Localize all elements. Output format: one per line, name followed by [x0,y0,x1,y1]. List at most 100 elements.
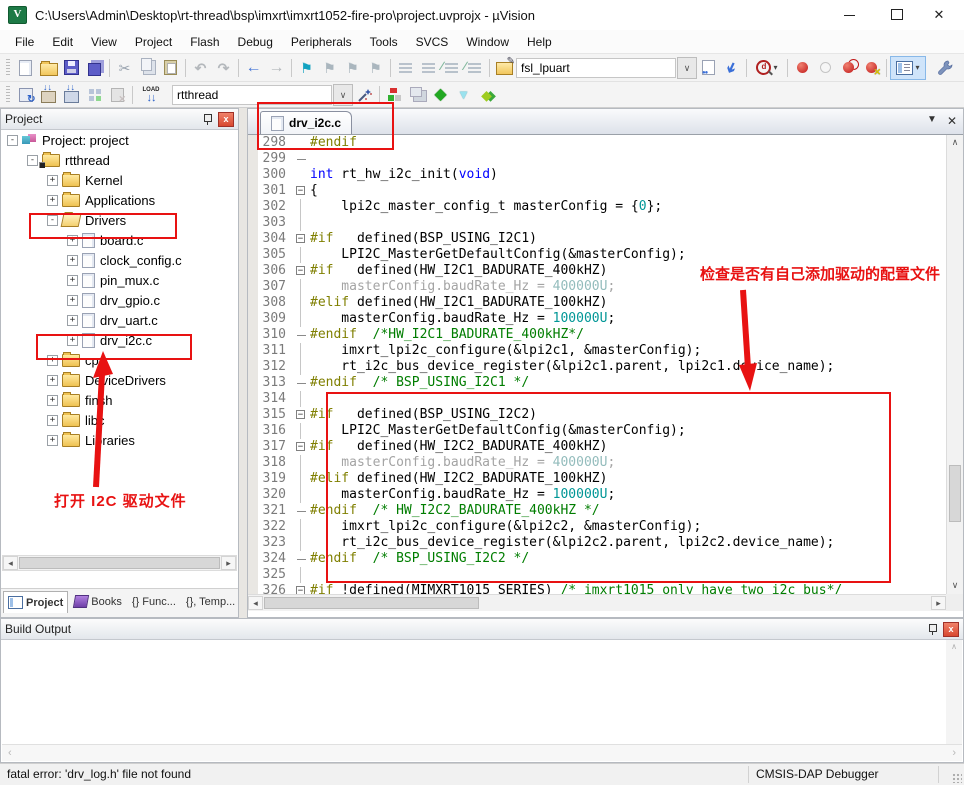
menu-tools[interactable]: Tools [361,32,407,52]
code-line-315[interactable]: 315#if defined(BSP_USING_I2C2) [248,407,946,423]
code-line-325[interactable]: 325 [248,567,946,583]
project-tree-hscrollbar[interactable]: ◂ ▸ [2,555,237,571]
code-line-304[interactable]: 304#if defined(BSP_USING_I2C1) [248,231,946,247]
build-output-close-button[interactable] [943,622,959,637]
redo-button[interactable] [212,57,235,79]
tree-item-drv-uart-c[interactable]: +drv_uart.c [1,310,238,330]
editor-vscrollbar[interactable]: ∧ ∨ [946,135,963,594]
tree-item-project-project[interactable]: -Project: project [1,130,238,150]
save-button[interactable] [60,57,83,79]
panel-splitter[interactable] [239,108,247,618]
window-layout-button[interactable]: ▾ [890,56,926,80]
save-all-button[interactable] [83,57,106,79]
tree-item-libc[interactable]: +libc [1,410,238,430]
menu-edit[interactable]: Edit [43,32,82,52]
code-line-314[interactable]: 314 [248,391,946,407]
panel-tab-books[interactable]: Books [70,591,126,612]
build-output-hscrollbar[interactable]: ‹ › [2,744,962,761]
uncomment-button[interactable] [463,57,486,79]
tree-expander[interactable]: + [67,335,78,346]
scrollbar-thumb[interactable] [264,597,479,609]
scroll-left-arrow[interactable]: ◂ [248,596,263,610]
unindent-button[interactable] [417,57,440,79]
tree-item-kernel[interactable]: +Kernel [1,170,238,190]
editor-hscrollbar[interactable]: ◂ ▸ [248,594,946,611]
tree-item-drv-i2c-c[interactable]: +drv_i2c.c [1,330,238,350]
code-line-302[interactable]: 302 lpi2c_master_config_t masterConfig =… [248,199,946,215]
kill-all-breakpoints-button[interactable] [860,57,883,79]
tree-expander[interactable]: - [47,215,58,226]
maximize-button[interactable] [882,0,912,29]
tree-item-drv-gpio-c[interactable]: +drv_gpio.c [1,290,238,310]
menu-help[interactable]: Help [518,32,561,52]
scrollbar-thumb[interactable] [949,465,961,522]
menu-view[interactable]: View [82,32,126,52]
navigate-forward-button[interactable] [265,57,288,79]
tree-expander[interactable]: - [27,155,38,166]
code-line-298[interactable]: 298#endif [248,135,946,151]
close-document-button[interactable]: ✕ [947,114,957,128]
build-output-vscrollbar[interactable] [946,640,962,744]
code-line-318[interactable]: 318 masterConfig.baudRate_Hz = 400000U; [248,455,946,471]
code-line-316[interactable]: 316 LPI2C_MasterGetDefaultConfig(&master… [248,423,946,439]
tree-item-clock-config-c[interactable]: +clock_config.c [1,250,238,270]
editor-tab-drv-i2c-c[interactable]: drv_i2c.c [260,111,352,134]
menu-project[interactable]: Project [126,32,181,52]
download-button[interactable]: LOAD ↓↓ [136,84,166,106]
code-line-308[interactable]: 308#elif defined(HW_I2C1_BADURATE_100kHZ… [248,295,946,311]
indent-button[interactable] [394,57,417,79]
pin-icon[interactable] [203,113,212,125]
scroll-up-arrow[interactable]: ∧ [947,135,963,151]
fold-marker[interactable] [294,263,310,279]
tree-item-finsh[interactable]: +finsh [1,390,238,410]
tree-expander[interactable]: + [67,315,78,326]
code-line-324[interactable]: 324#endif /* BSP_USING_I2C2 */ [248,551,946,567]
menu-svcs[interactable]: SVCS [407,32,458,52]
target-dropdown-button[interactable]: ∨ [333,84,353,106]
code-line-326[interactable]: 326#if !defined(MIMXRT1015_SERIES) /* im… [248,583,946,594]
resize-grip[interactable] [952,773,962,783]
search-dropdown-button[interactable]: ∨ [677,57,697,79]
panel-tab-func[interactable]: {} Func... [128,591,180,612]
fold-marker[interactable] [294,231,310,247]
menu-window[interactable]: Window [457,32,518,52]
code-line-319[interactable]: 319#elif defined(HW_I2C2_BADURATE_100kHZ… [248,471,946,487]
menu-file[interactable]: File [6,32,43,52]
code-line-300[interactable]: 300int rt_hw_i2c_init(void) [248,167,946,183]
pin-icon[interactable] [928,623,937,635]
tree-expander[interactable]: + [47,175,58,186]
incremental-find-button[interactable] [720,57,743,79]
tree-expander[interactable]: + [47,375,58,386]
tree-expander[interactable]: - [7,135,18,146]
new-file-button[interactable] [14,57,37,79]
toolbar-grip[interactable] [6,86,10,104]
find-dialog-button[interactable]: ▾ [750,57,784,79]
manage-components-button[interactable] [383,84,406,106]
tree-expander[interactable]: + [67,255,78,266]
tree-item-cpu[interactable]: +cpu [1,350,238,370]
comment-button[interactable] [440,57,463,79]
code-editor[interactable]: 298#endif299300int rt_hw_i2c_init(void)3… [248,135,946,594]
tree-expander[interactable]: + [67,295,78,306]
menu-flash[interactable]: Flash [181,32,228,52]
translate-button[interactable] [14,84,37,106]
tree-item-applications[interactable]: +Applications [1,190,238,210]
menu-peripherals[interactable]: Peripherals [282,32,361,52]
tree-item-pin-mux-c[interactable]: +pin_mux.c [1,270,238,290]
code-line-310[interactable]: 310#endif /*HW_I2C1_BADURATE_400kHZ*/ [248,327,946,343]
file-extensions-button[interactable] [406,84,429,106]
open-file-button[interactable] [37,57,60,79]
code-line-307[interactable]: 307 masterConfig.baudRate_Hz = 400000U; [248,279,946,295]
toolbar-grip[interactable] [6,59,10,77]
tree-expander[interactable]: + [47,395,58,406]
enable-disable-breakpoint-button[interactable] [814,57,837,79]
undo-button[interactable] [189,57,212,79]
code-line-320[interactable]: 320 masterConfig.baudRate_Hz = 100000U; [248,487,946,503]
paste-button[interactable] [159,57,182,79]
clear-bookmarks-button[interactable] [364,57,387,79]
stop-build-button[interactable] [106,84,129,106]
manage-rte-button[interactable] [429,84,452,106]
tree-expander[interactable]: + [47,195,58,206]
scroll-right-arrow[interactable]: ▸ [221,556,236,570]
find-button[interactable] [697,57,720,79]
